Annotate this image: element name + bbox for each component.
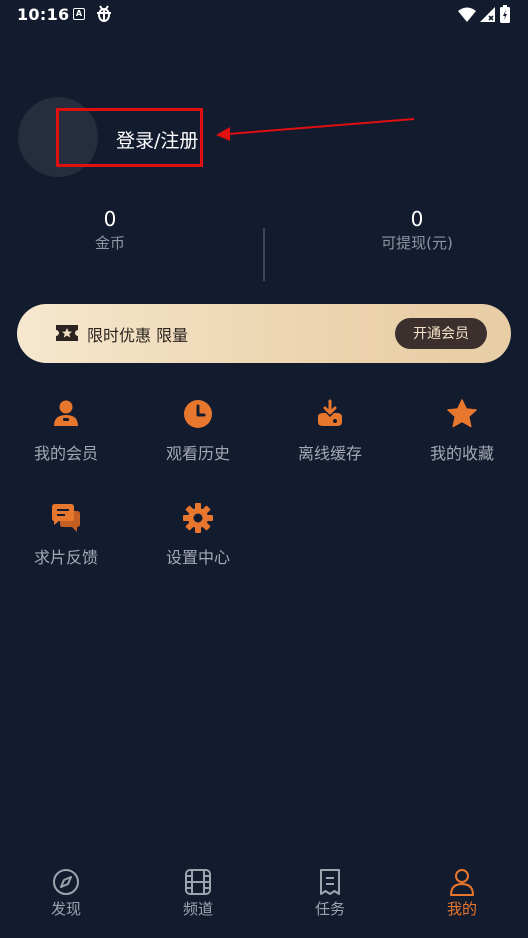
chat-icon	[52, 504, 80, 532]
compass-icon	[53, 869, 79, 895]
grid-item-member[interactable]: 我的会员	[11, 398, 121, 464]
nav-item-channel[interactable]: 频道	[158, 868, 238, 919]
battery-icon	[500, 5, 510, 23]
vip-ticket-icon	[56, 325, 78, 341]
vip-promo-text: 限时优惠 限量	[87, 326, 189, 345]
bug-icon	[97, 5, 111, 22]
bottom-nav: 发现 频道 任务 我的	[0, 858, 528, 938]
grid-label-history: 观看历史	[165, 444, 230, 463]
open-vip-button[interactable]: 开通会员	[395, 318, 487, 349]
grid-label-feedback: 求片反馈	[33, 548, 98, 567]
nav-item-discover[interactable]: 发现	[26, 868, 106, 919]
nav-label-discover: 发现	[50, 900, 81, 918]
vip-banner[interactable]: 限时优惠 限量 开通会员	[17, 304, 511, 363]
grid-label-offline-cache: 离线缓存	[297, 444, 362, 463]
grid-label-favorites: 我的收藏	[429, 444, 494, 463]
clock-icon	[184, 400, 212, 428]
status-bar: 10:16 A	[0, 0, 528, 30]
withdrawable-value: 0	[410, 207, 424, 231]
film-icon	[185, 869, 211, 895]
grid-item-history[interactable]: 观看历史	[143, 398, 253, 464]
annotation-arrow	[216, 118, 415, 141]
coins-stat[interactable]: 0 金币	[60, 207, 160, 254]
download-icon	[318, 399, 342, 426]
grid-label-settings: 设置中心	[165, 548, 230, 567]
nav-item-tasks[interactable]: 任务	[290, 868, 370, 919]
annotation-highlight-box	[56, 108, 203, 167]
status-time: 10:16	[17, 5, 70, 24]
nav-label-channel: 频道	[182, 900, 213, 918]
a-icon: A	[73, 8, 85, 20]
grid-item-feedback[interactable]: 求片反馈	[11, 502, 121, 568]
task-icon	[320, 869, 340, 895]
coins-label: 金币	[94, 234, 125, 252]
gear-icon	[183, 503, 213, 533]
star-icon	[447, 399, 477, 428]
grid-item-settings[interactable]: 设置中心	[143, 502, 253, 568]
wifi-icon	[458, 7, 476, 22]
grid-item-offline-cache[interactable]: 离线缓存	[275, 398, 385, 464]
grid-label-member: 我的会员	[33, 444, 98, 463]
person-icon	[450, 869, 474, 896]
nav-label-mine: 我的	[446, 900, 477, 918]
nav-item-mine[interactable]: 我的	[422, 868, 502, 919]
signal-icon	[480, 7, 495, 22]
profile-screen: 10:16 A 登录/注册 0 金币 0 可提现(元) 限时优惠 限量 开通会员…	[0, 0, 528, 938]
coins-value: 0	[103, 207, 117, 231]
withdrawable-label: 可提现(元)	[381, 234, 453, 252]
stats-divider	[263, 228, 265, 281]
grid-item-favorites[interactable]: 我的收藏	[407, 398, 517, 464]
member-icon	[54, 400, 78, 426]
nav-label-tasks: 任务	[314, 900, 345, 918]
withdrawable-stat[interactable]: 0 可提现(元)	[347, 207, 487, 254]
